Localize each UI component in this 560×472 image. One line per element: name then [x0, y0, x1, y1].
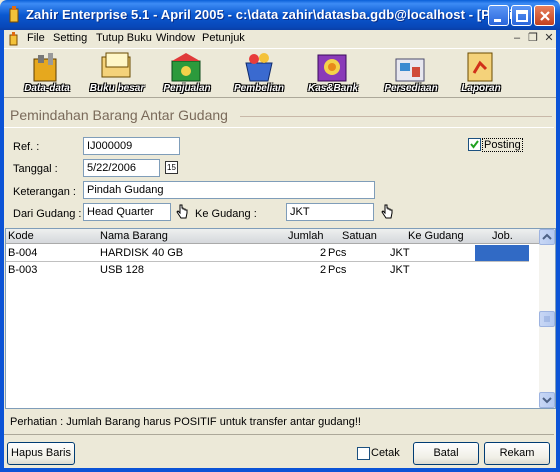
ref-input[interactable]: IJ000009 — [83, 137, 180, 155]
chevron-down-icon — [542, 397, 552, 404]
bank-icon — [317, 54, 347, 82]
mdi-restore-icon[interactable]: ❐ — [526, 32, 540, 45]
cell-nama-barang: HARDISK 40 GB — [100, 247, 184, 259]
mdi-close-icon[interactable]: ✕ — [542, 32, 556, 45]
minimize-button[interactable] — [488, 5, 509, 26]
posting-checkbox[interactable] — [468, 138, 481, 151]
toolbar-buku-besar[interactable]: Buku besar — [84, 51, 150, 97]
title-divider — [240, 116, 552, 117]
column-header-ke-gudang[interactable]: Ke Gudang — [408, 230, 464, 242]
lookup-hand-icon[interactable] — [175, 204, 189, 220]
tanggal-input[interactable]: 5/22/2006 — [83, 159, 160, 177]
toolbar-persediaan[interactable]: Persediaan — [378, 51, 444, 97]
cell-jumlah: 2 — [320, 247, 327, 259]
window-frame-bottom — [0, 468, 560, 472]
lookup-hand-icon[interactable] — [380, 204, 394, 220]
table-row[interactable]: B-003 USB 128 2 Pcs JKT — [6, 262, 541, 278]
column-header-jumlah[interactable]: Jumlah — [288, 230, 323, 242]
cell-job-selected[interactable] — [475, 245, 529, 261]
items-grid[interactable]: Kode Nama Barang Jumlah Satuan Ke Gudang… — [5, 228, 556, 409]
chevron-up-icon — [542, 233, 552, 240]
maximize-button[interactable] — [511, 5, 532, 26]
app-icon — [9, 6, 19, 23]
cell-nama-barang: USB 128 — [100, 264, 145, 276]
cell-kode: B-004 — [8, 247, 38, 259]
hapus-baris-button[interactable]: Hapus Baris — [7, 442, 75, 465]
posting-label[interactable]: Posting — [482, 138, 523, 152]
grid-scrollbar[interactable] — [539, 229, 555, 408]
window-title: Zahir Enterprise 5.1 - April 2005 - c:\d… — [26, 7, 524, 22]
toolbar-pembelian[interactable]: Pembelian — [226, 51, 292, 97]
main-toolbar: Data-data Buku besar Penjualan Pembelian… — [4, 48, 556, 98]
scroll-thumb[interactable] — [539, 311, 555, 327]
rekam-button[interactable]: Rekam — [484, 442, 550, 465]
cetak-label[interactable]: Cetak — [371, 447, 400, 459]
basket-icon — [245, 53, 273, 82]
column-header-nama-barang[interactable]: Nama Barang — [100, 230, 168, 242]
ke-gudang-input[interactable]: JKT — [286, 203, 374, 221]
menu-petunjuk[interactable]: Petunjuk — [202, 32, 245, 44]
cell-jumlah: 2 — [320, 264, 327, 276]
toolbar-penjualan[interactable]: Penjualan — [154, 51, 220, 97]
report-icon — [467, 52, 493, 82]
toolbar-kas-bank[interactable]: Kas&Bank — [300, 51, 366, 97]
table-row[interactable]: B-004 HARDISK 40 GB 2 Pcs JKT — [6, 245, 541, 261]
dari-gudang-input[interactable]: Head Quarter — [83, 203, 171, 221]
document-icon — [9, 32, 18, 46]
folder-icon — [33, 53, 57, 82]
ref-label: Ref. : — [13, 141, 40, 153]
cetak-checkbox[interactable] — [357, 447, 370, 460]
cell-satuan: Pcs — [328, 247, 347, 259]
batal-button[interactable]: Batal — [413, 442, 479, 465]
scroll-down-button[interactable] — [539, 392, 555, 408]
cell-satuan: Pcs — [328, 264, 347, 276]
menu-window[interactable]: Window — [156, 32, 195, 44]
scroll-up-button[interactable] — [539, 229, 555, 245]
window-frame-right — [556, 30, 560, 472]
mdi-minimize-icon[interactable]: – — [510, 32, 524, 45]
bottom-divider — [4, 434, 554, 435]
cell-kode: B-003 — [8, 264, 38, 276]
grip-icon — [544, 316, 550, 322]
maximize-icon — [516, 10, 528, 22]
page-title: Pemindahan Barang Antar Gudang — [10, 107, 228, 123]
notice-text: Perhatian : Jumlah Barang harus POSITIF … — [10, 416, 361, 428]
shop-icon — [171, 53, 201, 82]
column-header-kode[interactable]: Kode — [8, 230, 34, 242]
ledger-icon — [101, 52, 131, 78]
cell-ke-gudang: JKT — [390, 264, 410, 276]
keterangan-label: Keterangan : — [13, 186, 76, 198]
menu-setting[interactable]: Setting — [53, 32, 87, 44]
calendar-icon[interactable]: 15 — [165, 161, 178, 174]
toolbar-data-data[interactable]: Data-data — [14, 51, 80, 97]
menu-bar: File Setting Tutup Buku Window Petunjuk … — [4, 30, 556, 48]
close-icon — [540, 11, 550, 21]
title-bar[interactable]: Zahir Enterprise 5.1 - April 2005 - c:\d… — [0, 0, 560, 30]
tanggal-label: Tanggal : — [13, 163, 58, 175]
column-header-satuan[interactable]: Satuan — [342, 230, 377, 242]
inventory-icon — [395, 58, 425, 82]
menu-file[interactable]: File — [27, 32, 45, 44]
toolbar-laporan[interactable]: Laporan — [448, 51, 514, 97]
dari-gudang-label: Dari Gudang : — [13, 208, 82, 220]
column-header-job[interactable]: Job. — [492, 230, 513, 242]
close-button[interactable] — [534, 5, 555, 26]
form-divider — [4, 127, 554, 128]
cell-ke-gudang: JKT — [390, 247, 410, 259]
grid-header: Kode Nama Barang Jumlah Satuan Ke Gudang… — [6, 229, 541, 244]
checkmark-icon — [470, 140, 479, 149]
menu-tutup-buku[interactable]: Tutup Buku — [96, 32, 152, 44]
ke-gudang-label: Ke Gudang : — [195, 208, 257, 220]
minimize-icon — [494, 19, 501, 22]
keterangan-input[interactable]: Pindah Gudang — [83, 181, 375, 199]
